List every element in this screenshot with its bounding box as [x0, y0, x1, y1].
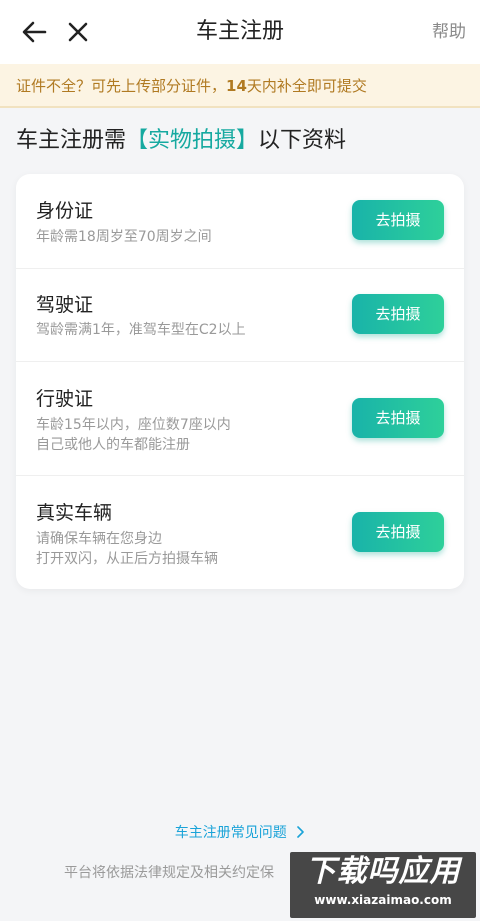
heading-highlight: 【实物拍摄】 — [126, 128, 259, 153]
top-bar: 车主注册 帮助 — [0, 0, 480, 64]
faq-link-label: 车主注册常见问题 — [174, 825, 287, 841]
item-title: 真实车辆 — [36, 502, 113, 524]
capture-real-vehicle-button[interactable]: 去拍摄 — [352, 512, 444, 552]
capture-vehicle-license-button[interactable]: 去拍摄 — [352, 398, 444, 438]
notice-text-after: 天内补全即可提交 — [246, 77, 367, 95]
list-item-real-vehicle: 真实车辆 请确保车辆在您身边 打开双闪，从正后方拍摄车辆 去拍摄 — [16, 476, 464, 589]
watermark-title: 下载吗应用 — [305, 854, 461, 889]
notice-banner: 证件不全？可先上传部分证件，14天内补全即可提交 — [0, 64, 480, 108]
watermark: 下载吗应用 www.xiazaimao.com — [290, 852, 476, 918]
faq-link[interactable]: 车主注册常见问题 — [0, 822, 480, 842]
chevron-right-icon — [297, 826, 305, 838]
footer-legal-text: 平台将依据法律规定及相关约定保 — [64, 865, 274, 881]
page-title: 车主注册 — [195, 19, 284, 44]
notice-text-before: 证件不全？可先上传部分证件， — [16, 77, 227, 95]
list-item-vehicle-license: 行驶证 车龄15年以内，座位数7座以内 自己或他人的车都能注册 去拍摄 — [16, 362, 464, 475]
item-desc: 驾龄需满1年，准驾车型在C2以上 — [36, 322, 246, 338]
documents-card: 身份证 年龄需18周岁至70周岁之间 去拍摄 驾驶证 驾龄需满1年，准驾车型在C… — [16, 174, 464, 589]
capture-driver-license-button[interactable]: 去拍摄 — [352, 294, 444, 334]
item-desc: 年龄需18周岁至70周岁之间 — [36, 229, 212, 245]
item-title: 驾驶证 — [36, 294, 94, 316]
watermark-url: www.xiazaimao.com — [314, 893, 452, 907]
heading-prefix: 车主注册需 — [16, 128, 127, 153]
list-item-id-card: 身份证 年龄需18周岁至70周岁之间 去拍摄 — [16, 174, 464, 268]
item-desc-line-1: 车龄15年以内，座位数7座以内 — [36, 417, 231, 433]
help-link[interactable]: 帮助 — [432, 0, 466, 64]
section-heading: 车主注册需【实物拍摄】以下资料 — [16, 122, 346, 154]
notice-highlight: 14 — [226, 77, 247, 95]
item-title: 行驶证 — [36, 388, 94, 410]
capture-id-card-button[interactable]: 去拍摄 — [352, 200, 444, 240]
list-item-driver-license: 驾驶证 驾龄需满1年，准驾车型在C2以上 去拍摄 — [16, 269, 464, 361]
heading-suffix: 以下资料 — [258, 128, 347, 153]
item-desc-line-1: 请确保车辆在您身边 — [36, 531, 162, 547]
item-desc-line-2: 打开双闪，从正后方拍摄车辆 — [36, 551, 218, 567]
item-desc-line-2: 自己或他人的车都能注册 — [36, 437, 190, 453]
item-title: 身份证 — [36, 200, 94, 222]
